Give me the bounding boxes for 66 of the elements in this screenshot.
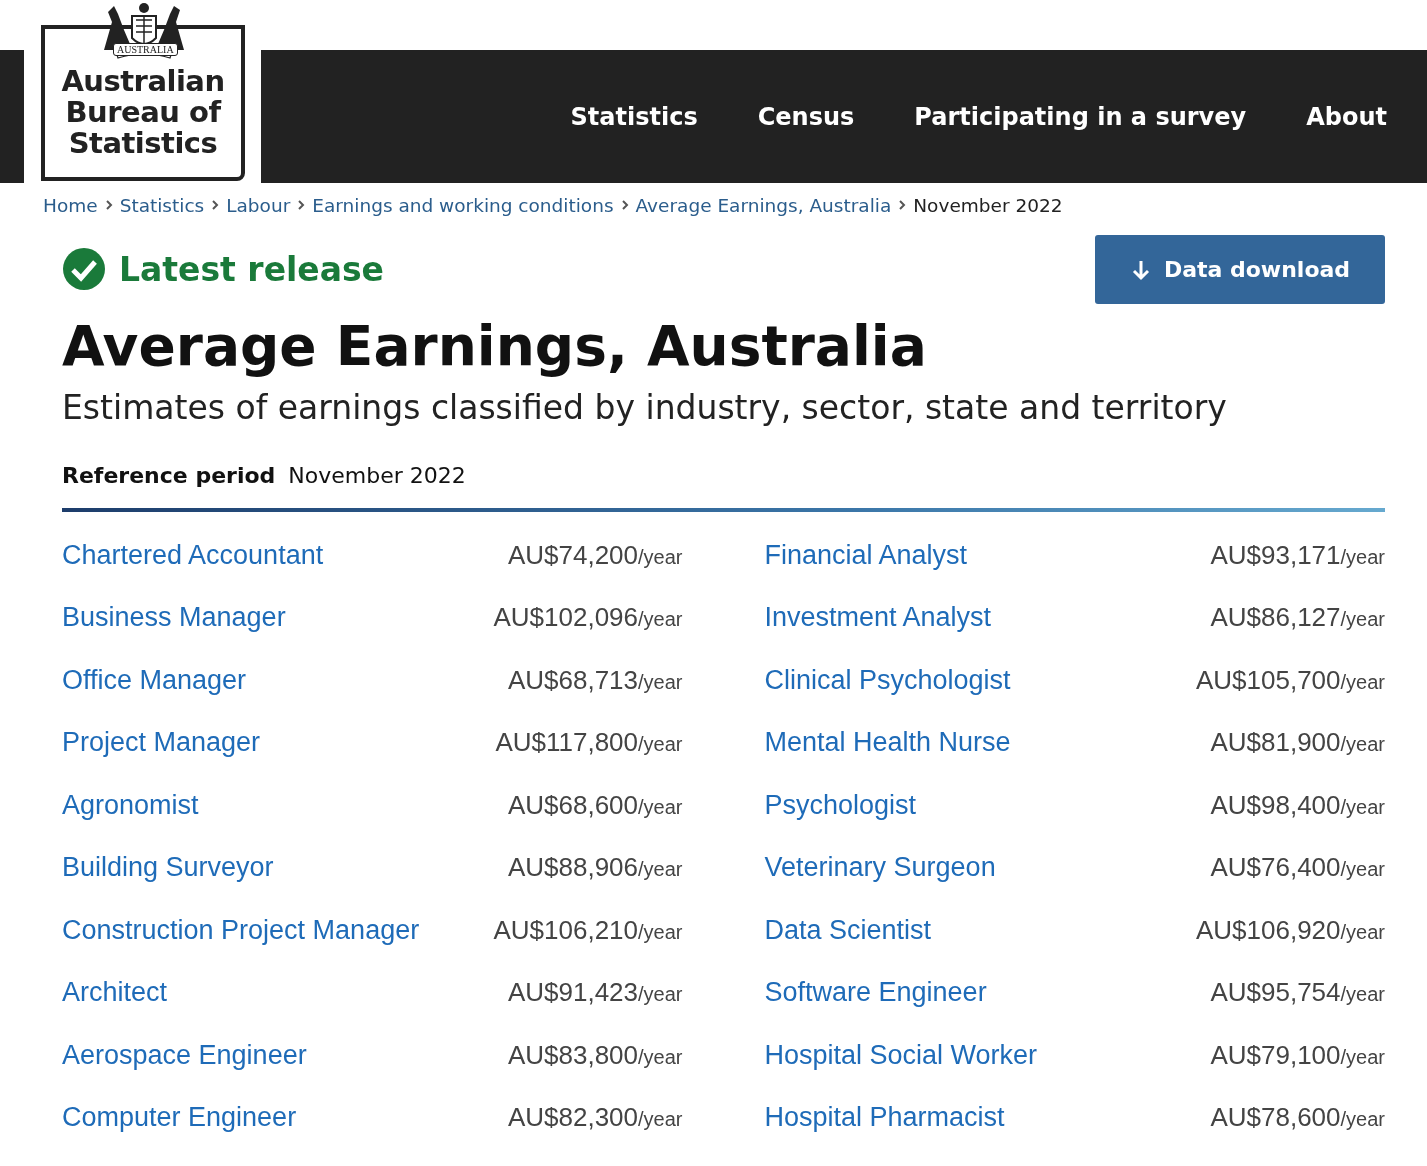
occupation-link[interactable]: Psychologist — [764, 789, 917, 821]
nav-link[interactable]: Census — [757, 102, 855, 131]
occupation-link[interactable]: Data Scientist — [764, 914, 932, 946]
nav-link[interactable]: About — [1306, 102, 1387, 131]
salary-amount: AU$79,100/year — [1210, 1039, 1385, 1071]
occupation-link[interactable]: Aerospace Engineer — [62, 1039, 307, 1071]
salary-amount: AU$91,423/year — [507, 977, 683, 1009]
salary-amount: AU$93,171/year — [1210, 539, 1385, 571]
occupation-link[interactable]: Agronomist — [62, 789, 199, 821]
breadcrumb-link[interactable]: Labour — [226, 194, 291, 216]
salary-amount: AU$102,096/year — [493, 602, 683, 634]
page-title: Average Earnings, Australia — [62, 313, 928, 380]
salary-amount: AU$82,300/year — [507, 1102, 683, 1134]
salary-amount: AU$74,200/year — [507, 539, 683, 571]
occupation-link[interactable]: Business Manager — [62, 602, 286, 634]
breadcrumb-link[interactable]: Earnings and working conditions — [312, 194, 614, 216]
occupation-link[interactable]: Computer Engineer — [62, 1102, 297, 1134]
salary-amount: AU$68,713/year — [507, 664, 683, 696]
chevron-icon — [296, 199, 307, 211]
salary-amount: AU$98,400/year — [1210, 789, 1385, 821]
crest-motto: AUSTRALIA — [113, 43, 178, 56]
occupation-link[interactable]: Veterinary Surgeon — [764, 852, 996, 884]
occupation-link[interactable]: Clinical Psychologist — [764, 664, 1011, 696]
occupation-link[interactable]: Construction Project Manager — [62, 914, 420, 946]
salary-amount: AU$76,400/year — [1210, 852, 1385, 884]
logo-text: Bureau of — [65, 97, 221, 128]
occupation-link[interactable]: Building Surveyor — [62, 852, 274, 884]
salary-amount: AU$68,600/year — [507, 789, 683, 821]
salary-amount: AU$95,754/year — [1210, 977, 1385, 1009]
occupation-link[interactable]: Investment Analyst — [764, 602, 992, 634]
nav-link[interactable]: Statistics — [570, 102, 698, 131]
release-status: Latest release — [119, 249, 384, 289]
breadcrumb-link[interactable]: Home — [43, 194, 98, 216]
occupation-link[interactable]: Project Manager — [62, 727, 261, 759]
reference-period-value: November 2022 — [288, 463, 466, 488]
nav-link[interactable]: Participating in a survey — [914, 102, 1247, 131]
salary-amount: AU$106,920/year — [1195, 914, 1385, 946]
occupation-link[interactable]: Hospital Pharmacist — [764, 1102, 1005, 1134]
occupation-link[interactable]: Architect — [62, 977, 168, 1009]
occupation-link[interactable]: Office Manager — [62, 664, 247, 696]
salary-amount: AU$78,600/year — [1210, 1102, 1385, 1134]
occupation-link[interactable]: Chartered Accountant — [62, 539, 324, 571]
page-subtitle: Estimates of earnings classified by industry, sector, state and territory — [62, 388, 1228, 427]
logo-text: Australian — [61, 66, 225, 97]
breadcrumb-link[interactable]: Average Earnings, Australia — [635, 194, 892, 216]
chevron-icon — [103, 199, 114, 211]
salary-amount: AU$106,210/year — [493, 914, 683, 946]
data-download-button[interactable]: Data download — [1095, 235, 1385, 304]
occupation-link[interactable]: Mental Health Nurse — [764, 727, 1011, 759]
chevron-icon — [619, 199, 630, 211]
chevron-icon — [210, 199, 221, 211]
occupation-link[interactable]: Financial Analyst — [764, 539, 968, 571]
salary-amount: AU$117,800/year — [495, 727, 683, 759]
salary-amount: AU$105,700/year — [1195, 664, 1385, 696]
reference-period-label: Reference period — [62, 463, 276, 488]
salary-amount: AU$88,906/year — [507, 852, 683, 884]
salary-amount: AU$83,800/year — [507, 1039, 683, 1071]
current-page-label: November 2022 — [913, 194, 1063, 216]
breadcrumb-link[interactable]: Statistics — [119, 194, 205, 216]
occupation-link[interactable]: Hospital Social Worker — [764, 1039, 1038, 1071]
salary-amount: AU$86,127/year — [1210, 602, 1385, 634]
check-circle-icon — [62, 247, 106, 291]
logo-text: Statistics — [68, 128, 218, 159]
chevron-icon — [897, 199, 908, 211]
salary-amount: AU$81,900/year — [1210, 727, 1385, 759]
occupation-link[interactable]: Software Engineer — [764, 977, 987, 1009]
